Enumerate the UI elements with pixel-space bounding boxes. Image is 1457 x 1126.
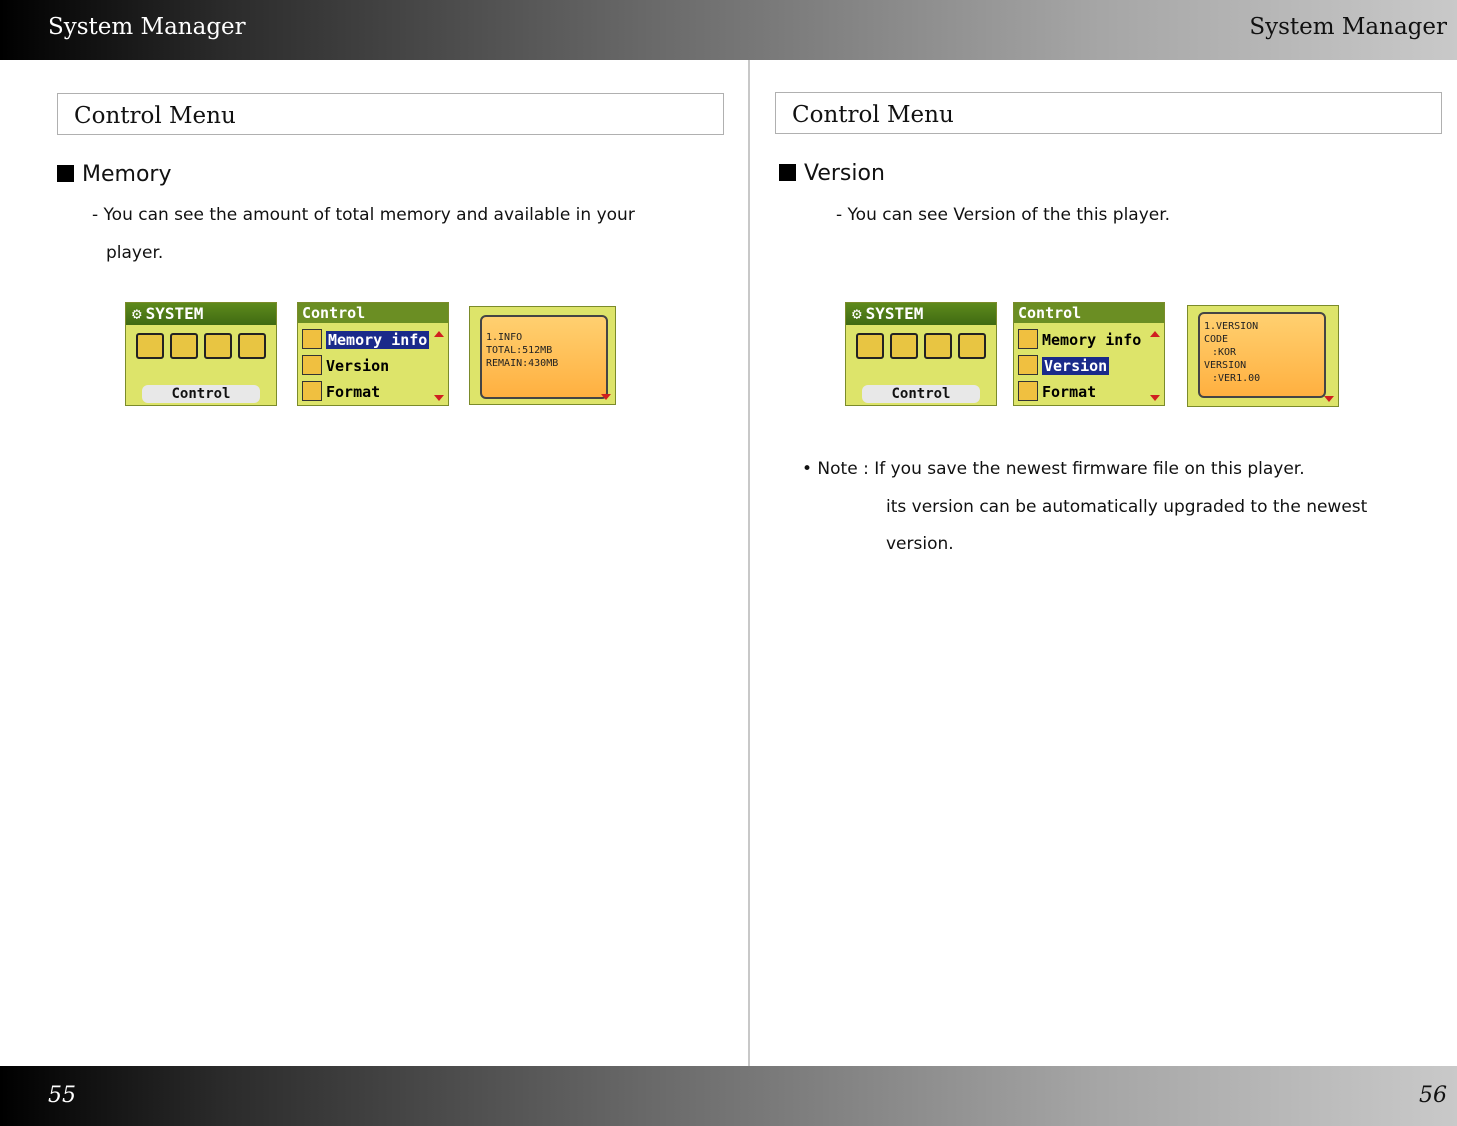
popup-line: REMAIN:430MB [486,358,559,369]
scroll-up-icon [434,331,444,337]
system-icon-row [856,333,992,363]
page-number-right: 56 [1419,1083,1447,1108]
menu-screen-title: Control [298,303,448,323]
menu-item-format: Format [1018,380,1156,404]
system-screen-left: ⚙ SYSTEM Control [125,302,277,406]
menu-item-version: Version [1018,354,1156,378]
format-icon [1018,381,1038,401]
heading-memory-text: Memory [82,162,172,187]
control-icon [856,333,884,359]
popup-line: 1.VERSION [1204,321,1259,332]
heading-version-text: Version [804,161,885,186]
system-screen-label: Control [142,385,260,403]
square-bullet-icon [779,164,796,181]
gear-icon: ⚙ [852,304,862,323]
display-icon [170,333,198,359]
system-screen-title: SYSTEM [145,304,204,323]
memory-desc-line2: player. [106,243,164,263]
header-title-right: System Manager [1249,14,1447,40]
popup-line: CODE [1204,334,1229,345]
section-box-right: Control Menu [775,92,1442,134]
section-box-left: Control Menu [57,93,724,135]
scroll-down-icon [1324,396,1334,402]
memory-icon [302,329,322,349]
version-info-popup: 1.VERSION CODE :KOR VERSION :VER1.00 [1198,312,1326,398]
menu-item-format: Format [302,380,440,404]
clock-icon [204,333,232,359]
popup-line: :VER1.00 [1212,373,1261,384]
section-title-left: Control Menu [74,103,236,129]
system-icon-row [136,333,272,363]
popup-line: :KOR [1212,347,1237,358]
control-menu-screen-left: Control Memory info Version Format [297,302,449,406]
heading-memory: Memory [57,162,171,187]
scroll-down-icon [434,395,444,401]
scroll-up-icon [1150,331,1160,337]
square-bullet-icon [57,165,74,182]
section-title-right: Control Menu [792,102,954,128]
bottom-banner [0,1066,1457,1126]
control-menu-screen-right: Control Memory info Version Format [1013,302,1165,406]
control-icon [136,333,164,359]
memory-icon [1018,329,1038,349]
menu-item-memory-info: Memory info [1018,328,1156,352]
scroll-down-icon [601,394,611,400]
display-icon [890,333,918,359]
note-line1: • Note : If you save the newest firmware… [802,459,1305,479]
clock-icon [924,333,952,359]
page-number-left: 55 [48,1083,76,1108]
version-icon [302,355,322,375]
heading-version: Version [779,161,885,186]
scroll-down-icon [1150,395,1160,401]
system-screen-label: Control [862,385,980,403]
note-line2: its version can be automatically upgrade… [886,497,1368,517]
popup-line: TOTAL:512MB [486,345,553,356]
version-info-screen: 1.VERSION CODE :KOR VERSION :VER1.00 [1187,305,1339,407]
popup-line: 1.INFO [486,332,523,343]
exit-icon [958,333,986,359]
memory-desc-line1: - You can see the amount of total memory… [92,205,635,225]
popup-line: VERSION [1204,360,1247,371]
format-icon [302,381,322,401]
menu-item-memory-info: Memory info [302,328,440,352]
gear-icon: ⚙ [132,304,142,323]
note-line3: version. [886,534,954,554]
page-divider [748,60,750,1066]
version-icon [1018,355,1038,375]
exit-icon [238,333,266,359]
version-desc-line1: - You can see Version of the this player… [836,205,1171,225]
header-title-left: System Manager [48,14,246,40]
system-screen-title: SYSTEM [865,304,924,323]
system-screen-right: ⚙ SYSTEM Control [845,302,997,406]
memory-info-screen: 1.INFO TOTAL:512MB REMAIN:430MB [469,306,616,405]
menu-screen-title: Control [1014,303,1164,323]
memory-info-popup: 1.INFO TOTAL:512MB REMAIN:430MB [480,315,608,399]
menu-item-version: Version [302,354,440,378]
